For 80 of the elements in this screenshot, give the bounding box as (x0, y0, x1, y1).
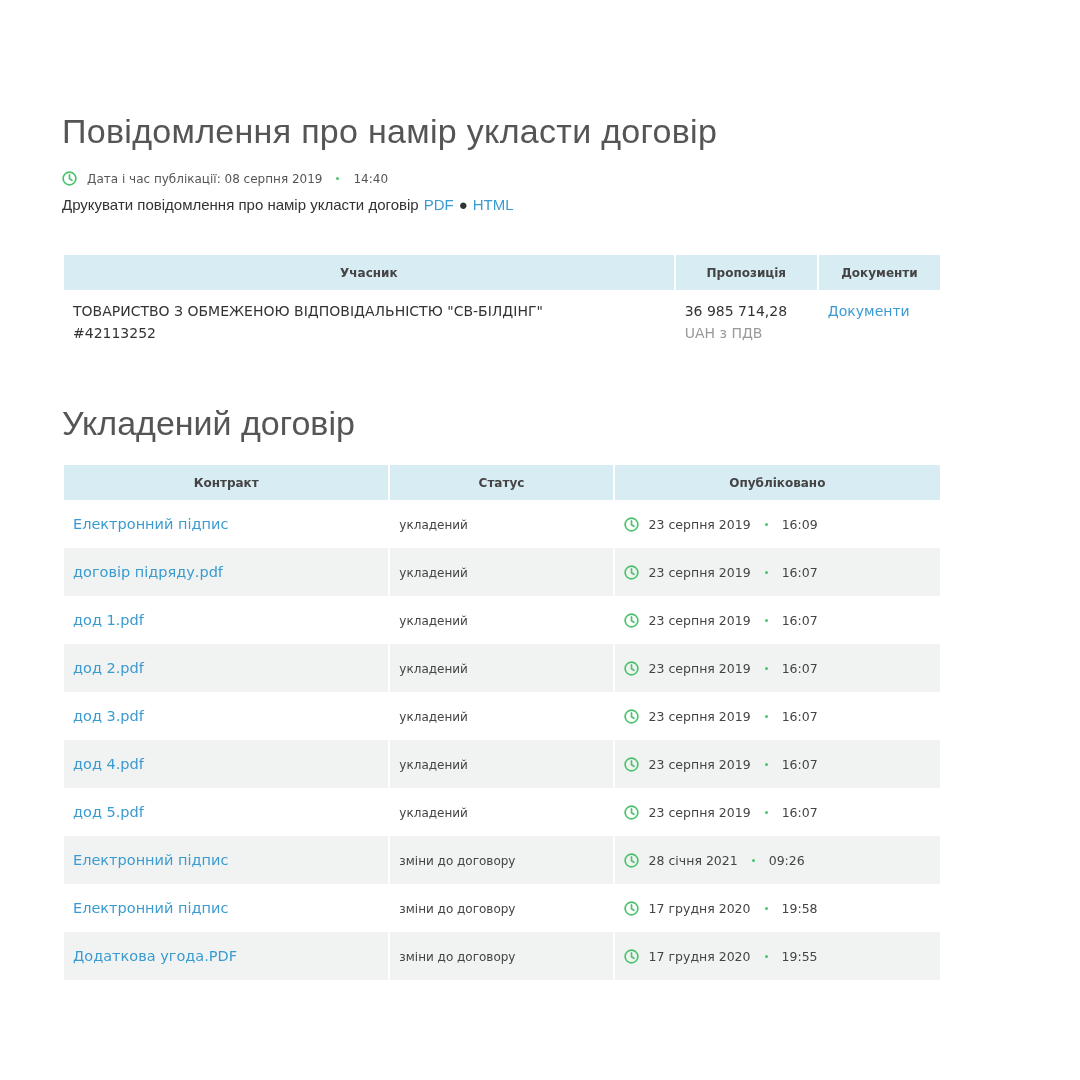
clock-icon (623, 852, 639, 868)
document-link[interactable]: Електронний підпис (73, 900, 229, 916)
status-text: зміни до договору (399, 854, 516, 868)
published-date: 17 грудня 2020 (648, 900, 751, 916)
dot-icon (764, 906, 768, 910)
dot-icon (764, 570, 768, 574)
page-title: Повідомлення про намір укласти договір (62, 112, 719, 151)
print-label: Друкувати повідомлення про намір укласти договір (62, 196, 419, 213)
print-link[interactable]: PDF (423, 196, 454, 213)
published-time: 16:09 (781, 516, 818, 532)
document-link[interactable]: дод 1.pdf (73, 612, 144, 628)
published-time: 16:07 (781, 756, 818, 772)
document-link[interactable]: Додаткова угода.PDF (73, 948, 238, 964)
status-text: укладений (399, 614, 468, 628)
clock-icon (623, 708, 639, 724)
dot-icon (336, 177, 340, 180)
published-date: 23 серпня 2019 (648, 612, 751, 628)
published-date: 23 серпня 2019 (648, 516, 751, 532)
published-time: 19:58 (781, 900, 818, 916)
published-time: 16:07 (781, 564, 818, 580)
separator: ● (458, 196, 468, 213)
published-time: 19:55 (781, 948, 818, 964)
clock-icon (623, 660, 639, 676)
document-link[interactable]: Електронний підпис (73, 852, 229, 868)
print-link[interactable]: HTML (472, 196, 514, 213)
column-header: Опубліковано (614, 465, 940, 500)
status-text: зміни до договору (399, 950, 516, 964)
currency-label: UAH з ПДВ (684, 324, 764, 343)
published-date: 23 серпня 2019 (648, 564, 751, 580)
published-date: 28 січня 2021 (648, 852, 738, 868)
clock-icon (623, 564, 639, 580)
bid-amount: 36 985 714,28 (684, 302, 789, 321)
document-link[interactable]: дод 5.pdf (73, 804, 144, 820)
published-time: 16:07 (781, 708, 818, 724)
publication-date: Дата і час публікації: 08 серпня 2019 (87, 171, 323, 186)
column-header: Документи (818, 255, 940, 290)
publication-time: 14:40 (353, 171, 389, 186)
participant-name: ТОВАРИСТВО З ОБМЕЖЕНОЮ ВІДПОВІДАЛЬНІСТЮ "СВ-БІЛДІНГ" #42113252 (72, 302, 544, 343)
published-date: 23 серпня 2019 (648, 804, 751, 820)
published-time: 09:26 (768, 852, 805, 868)
dot-icon (764, 666, 768, 670)
published-date: 17 грудня 2020 (648, 948, 751, 964)
document-link[interactable]: договір підряду.pdf (73, 564, 223, 580)
dot-icon (764, 762, 768, 766)
column-header: Контракт (64, 465, 389, 500)
column-header: Статус (390, 465, 613, 500)
dot-icon (764, 954, 768, 958)
clock-icon (623, 612, 639, 628)
status-text: укладений (399, 710, 468, 724)
section-title: Укладений договір (62, 404, 356, 443)
status-text: укладений (399, 758, 468, 772)
clock-icon (623, 516, 639, 532)
document-link[interactable]: дод 3.pdf (73, 708, 144, 724)
status-text: укладений (399, 806, 468, 820)
published-time: 16:07 (781, 612, 818, 628)
clock-icon (623, 756, 639, 772)
document-link[interactable]: дод 4.pdf (73, 756, 144, 772)
published-date: 23 серпня 2019 (648, 660, 751, 676)
clock-icon (623, 804, 639, 820)
column-header: Пропозиція (675, 255, 817, 290)
status-text: укладений (399, 566, 468, 580)
dot-icon (764, 714, 768, 718)
published-date: 23 серпня 2019 (648, 708, 751, 724)
published-date: 23 серпня 2019 (648, 756, 751, 772)
document-link[interactable]: дод 2.pdf (73, 660, 144, 676)
column-header: Учасник (64, 255, 674, 290)
status-text: укладений (399, 662, 468, 676)
clock-icon (623, 948, 639, 964)
dot-icon (764, 522, 768, 526)
documents-link[interactable]: Документи (827, 303, 910, 319)
dot-icon (751, 858, 755, 862)
status-text: укладений (399, 518, 468, 532)
dot-icon (764, 810, 768, 814)
clock-icon (623, 900, 639, 916)
dot-icon (764, 618, 768, 622)
clock-icon (62, 171, 77, 186)
status-text: зміни до договору (399, 902, 516, 916)
published-time: 16:07 (781, 660, 818, 676)
document-link[interactable]: Електронний підпис (73, 516, 229, 532)
published-time: 16:07 (781, 804, 818, 820)
